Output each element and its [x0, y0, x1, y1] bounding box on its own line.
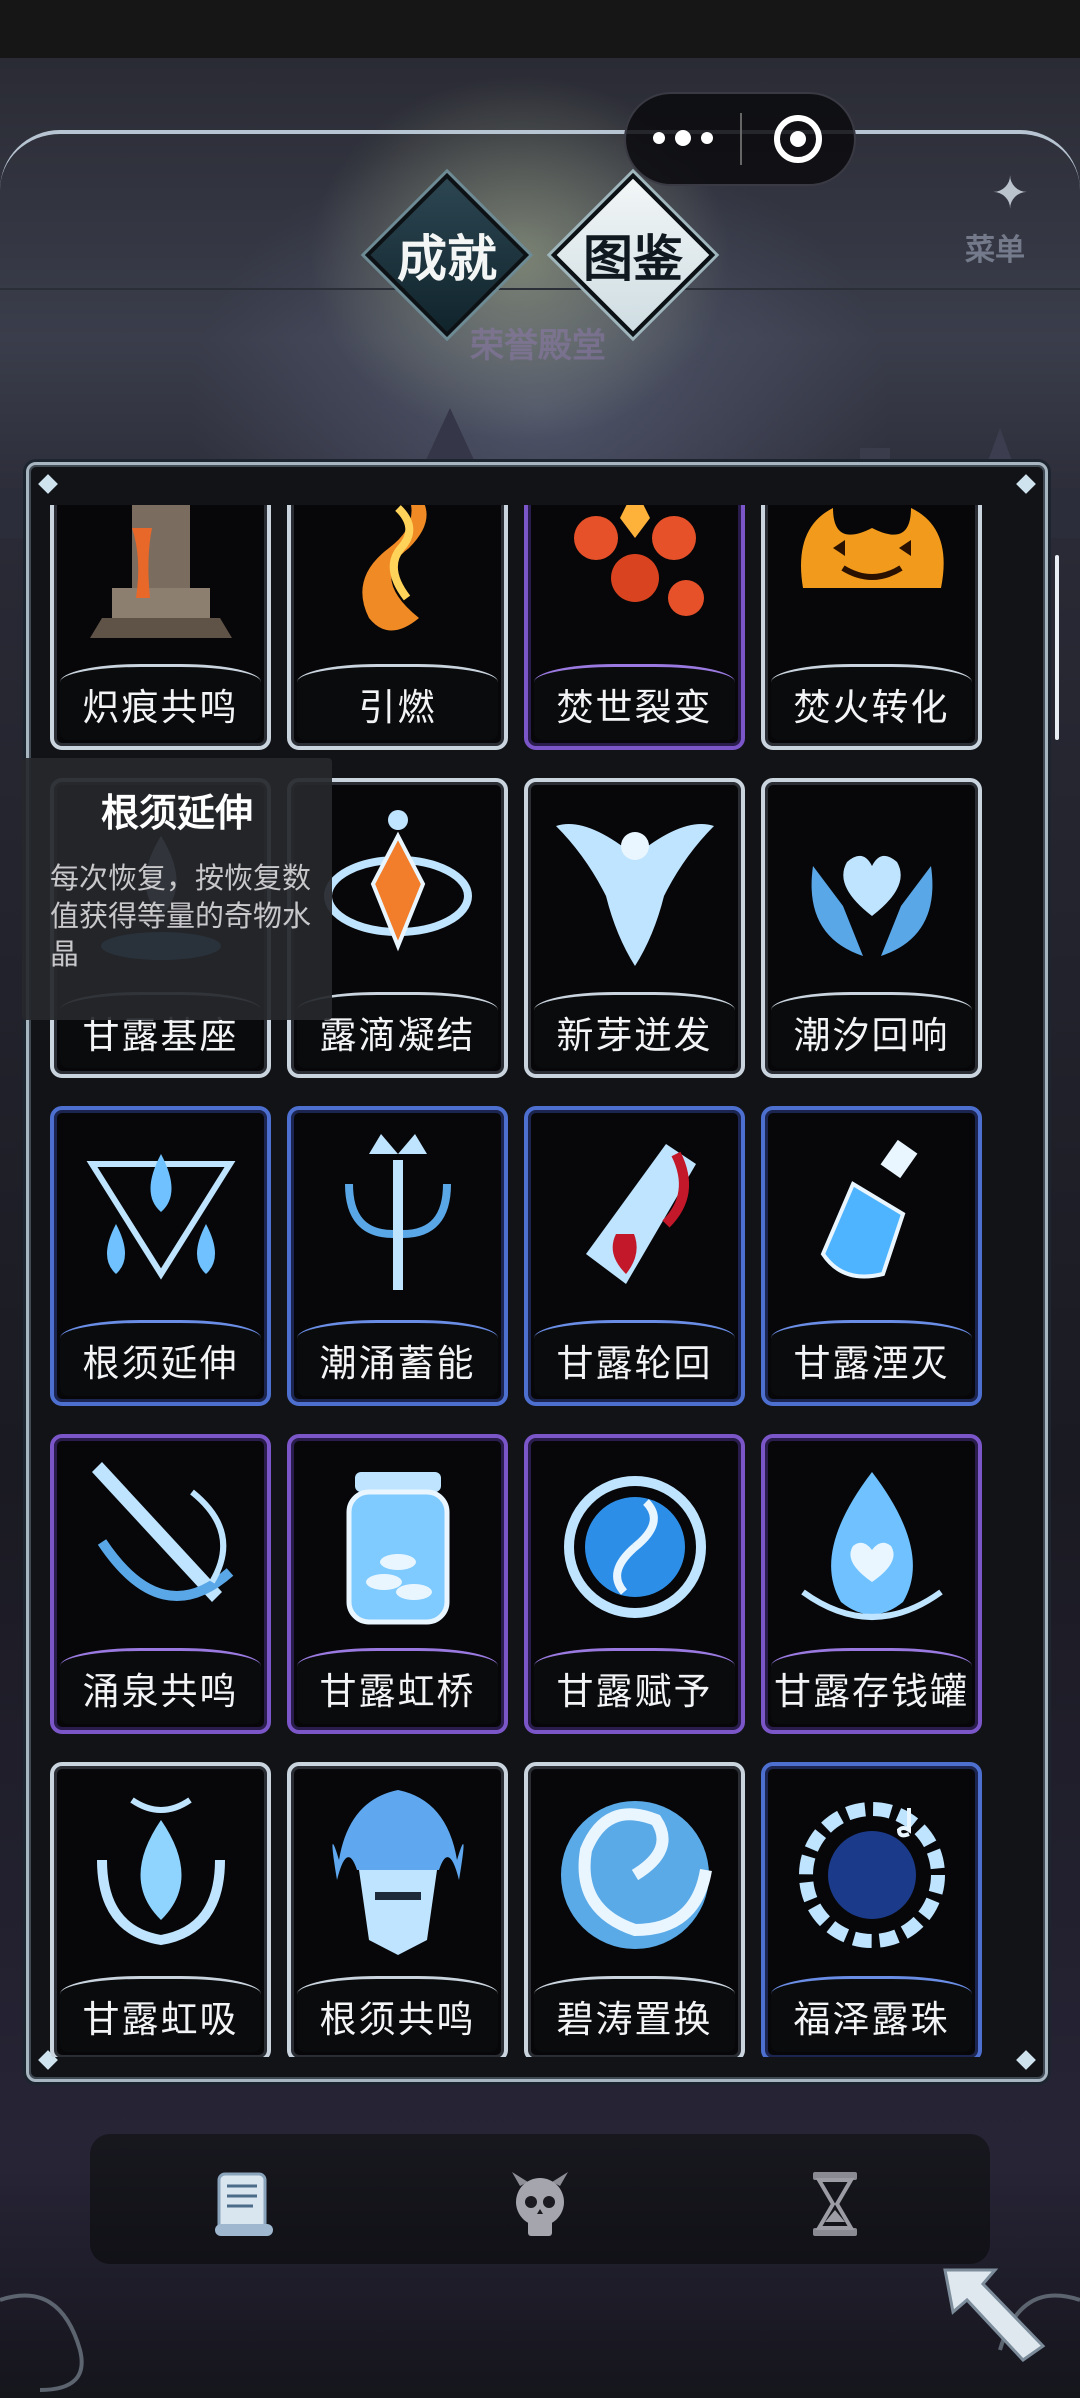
target-close-icon[interactable]	[742, 115, 854, 163]
skill-card[interactable]: 甘露轮回	[524, 1106, 745, 1406]
skill-card[interactable]: 甘露赋予	[524, 1434, 745, 1734]
skill-card[interactable]: 福泽露珠	[761, 1762, 982, 2057]
skill-card[interactable]: 焚世裂变	[524, 505, 745, 750]
skill-card-name: 碧涛置换	[534, 1976, 735, 2052]
hands-heart-icon	[783, 796, 961, 986]
crowned-trident-icon	[309, 1124, 487, 1314]
jack-o-lantern-flames-icon	[783, 505, 961, 658]
tooltip-title: 根须延伸	[100, 793, 253, 835]
status-bar	[0, 0, 1080, 58]
menu-star-icon[interactable]: ✦	[985, 168, 1035, 218]
bottom-ornament	[0, 2293, 1080, 2392]
fireball-cluster-icon	[546, 505, 724, 658]
triple-droplet-icon	[72, 1124, 250, 1314]
scroll-icon[interactable]	[205, 2164, 285, 2244]
card-grid-viewport[interactable]: 炽痕共鸣 引燃 焚世裂变 焚火转化 甘露基座 露滴凝结 新芽迸发 潮汐回响 根须延伸 潮涌蓄能 甘露…	[50, 505, 1030, 2057]
music-wreath-icon	[783, 1780, 961, 1970]
spiral-wave-icon	[546, 1780, 724, 1970]
tooltip-description: 每次恢复，按恢复数值获得等量的奇物水晶	[50, 863, 312, 971]
skill-card-name: 潮汐回响	[771, 992, 972, 1068]
skill-card[interactable]: 新芽迸发	[524, 778, 745, 1078]
skill-card-name: 甘露存钱罐	[771, 1648, 972, 1724]
skill-card[interactable]: 引燃	[287, 505, 508, 750]
tab-codex[interactable]: 图鉴	[550, 172, 716, 338]
skill-card[interactable]: 碧涛置换	[524, 1762, 745, 2057]
crystal-orbit-icon	[309, 796, 487, 986]
flame-helmet-icon	[309, 1780, 487, 1970]
skill-card[interactable]: 潮汐回响	[761, 778, 982, 1078]
lotus-drop-icon	[72, 1780, 250, 1970]
fire-swirl-icon	[309, 505, 487, 658]
skill-card[interactable]: 甘露虹桥	[287, 1434, 508, 1734]
tab-codex-label: 图鉴	[583, 229, 683, 288]
skill-card-name: 炽痕共鸣	[60, 664, 261, 740]
skill-card[interactable]: 甘露湮灭	[761, 1106, 982, 1406]
skill-card[interactable]: 炽痕共鸣	[50, 505, 271, 750]
skill-card[interactable]: 涌泉共鸣	[50, 1434, 271, 1734]
tab-achievements[interactable]: 成就	[364, 172, 530, 338]
skill-card-name: 甘露赋予	[534, 1648, 735, 1724]
skill-card-name: 焚世裂变	[534, 664, 735, 740]
coin-jar-icon	[309, 1452, 487, 1642]
droplet-heart-icon	[783, 1452, 961, 1642]
skill-card[interactable]: 焚火转化	[761, 505, 982, 750]
more-dots-icon[interactable]	[626, 130, 740, 146]
scrollbar[interactable]	[1055, 555, 1059, 740]
skull-icon[interactable]	[500, 2164, 580, 2244]
skill-tooltip: 根须延伸 每次恢复，按恢复数值获得等量的奇物水晶	[22, 758, 332, 1020]
skill-card-name: 根须延伸	[60, 1320, 261, 1396]
skill-card-name: 新芽迸发	[534, 992, 735, 1068]
skill-card-name: 甘露轮回	[534, 1320, 735, 1396]
skill-card[interactable]: 根须共鸣	[287, 1762, 508, 2057]
skill-card[interactable]: 潮涌蓄能	[287, 1106, 508, 1406]
skill-card[interactable]: 甘露存钱罐	[761, 1434, 982, 1734]
skill-card-name: 潮涌蓄能	[297, 1320, 498, 1396]
skill-card-name: 甘露虹桥	[297, 1648, 498, 1724]
skill-card-name: 甘露虹吸	[60, 1976, 261, 2052]
menu-label[interactable]: 菜单	[965, 225, 1025, 269]
back-arrow-icon[interactable]	[935, 2250, 1055, 2370]
ice-phoenix-icon	[546, 796, 724, 986]
card-grid: 炽痕共鸣 引燃 焚世裂变 焚火转化 甘露基座 露滴凝结 新芽迸发 潮汐回响 根须延伸 潮涌蓄能 甘露…	[50, 505, 1030, 2057]
skill-card-name: 甘露湮灭	[771, 1320, 972, 1396]
skill-card[interactable]: 根须延伸	[50, 1106, 271, 1406]
tab-achievements-label: 成就	[397, 229, 497, 288]
skill-card[interactable]: 甘露虹吸	[50, 1762, 271, 2057]
section-title: 荣誉殿堂	[470, 326, 606, 366]
skill-card-name: 焚火转化	[771, 664, 972, 740]
vortex-orb-icon	[546, 1452, 724, 1642]
skill-card-name: 引燃	[297, 664, 498, 740]
header-frame	[0, 130, 1080, 290]
hourglass-icon[interactable]	[795, 2164, 875, 2244]
lava-pillar-icon	[72, 505, 250, 658]
potion-bottle-icon	[783, 1124, 961, 1314]
skill-card-name: 根须共鸣	[297, 1976, 498, 2052]
skill-card-name: 涌泉共鸣	[60, 1648, 261, 1724]
mini-program-capsule	[624, 92, 856, 186]
skill-card-name: 福泽露珠	[771, 1976, 972, 2052]
ice-dagger-icon	[72, 1452, 250, 1642]
blood-crystal-icon	[546, 1124, 724, 1314]
